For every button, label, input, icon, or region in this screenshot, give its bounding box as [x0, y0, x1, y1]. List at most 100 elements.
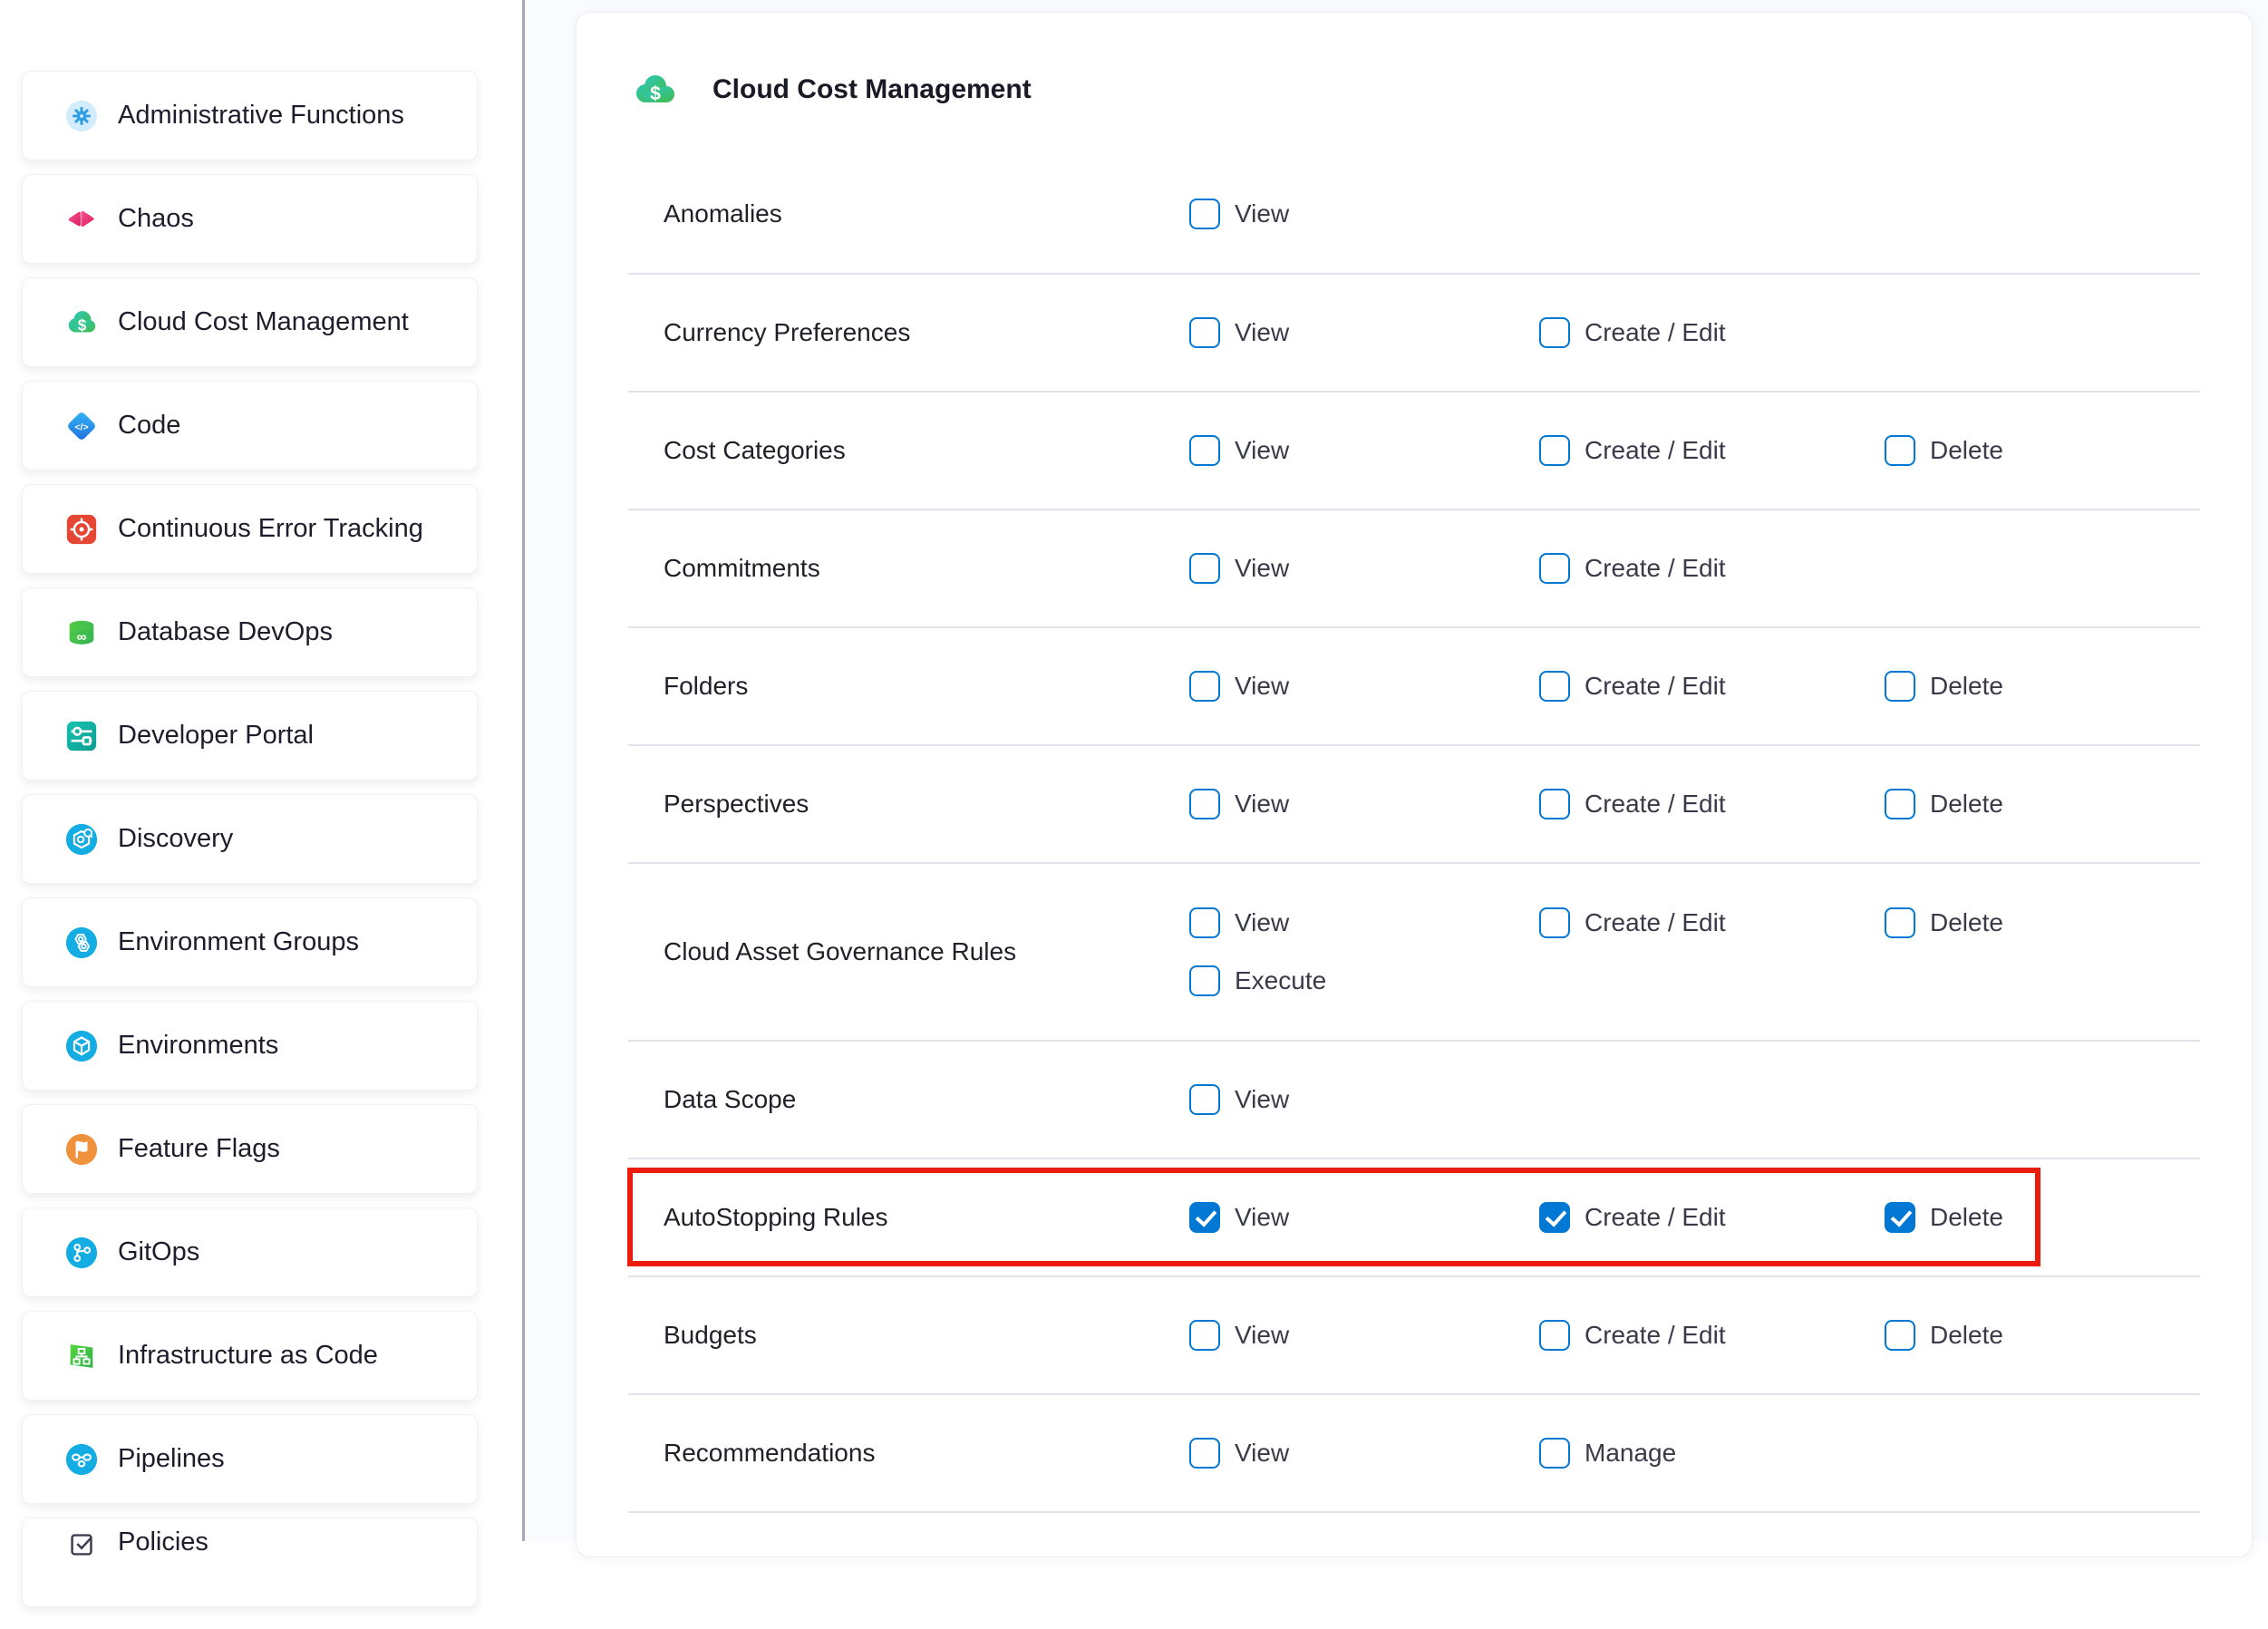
- sidebar-item-continuous-error-tracking[interactable]: Continuous Error Tracking: [22, 484, 478, 574]
- sidebar-item-label: Infrastructure as Code: [118, 1341, 378, 1371]
- sidebar-item-environment-groups[interactable]: Environment Groups: [22, 897, 478, 987]
- view-label: View: [1235, 1203, 1289, 1232]
- view-checkbox[interactable]: [1189, 199, 1220, 229]
- permission-row-folders: Folders View Create / Edit Delete: [628, 626, 2200, 744]
- create-edit-permission: Create / Edit: [1539, 317, 1885, 348]
- create-edit-permission: Create / Edit: [1539, 789, 1885, 819]
- cloud-dollar-icon: $: [631, 72, 678, 108]
- sidebar-item-policies[interactable]: Policies: [22, 1517, 478, 1607]
- delete-checkbox[interactable]: [1885, 907, 1915, 938]
- permission-name: Anomalies: [664, 199, 1189, 228]
- create-edit-permission: Create / Edit: [1539, 553, 1885, 584]
- sidebar-item-chaos[interactable]: Chaos: [22, 174, 478, 264]
- cloud-dollar-icon: $: [64, 305, 99, 340]
- code-brackets-icon: </>: [64, 409, 99, 443]
- create-edit-checkbox[interactable]: [1539, 789, 1570, 819]
- view-checkbox[interactable]: [1189, 1438, 1220, 1469]
- view-permission: View: [1189, 671, 1539, 702]
- delete-label: Delete: [1930, 436, 2003, 465]
- view-checkbox[interactable]: [1189, 1084, 1220, 1115]
- sidebar-item-database-devops[interactable]: ∞ Database DevOps: [22, 587, 478, 677]
- permission-row-currency-preferences: Currency Preferences View Create / Edit: [628, 273, 2200, 391]
- sidebar-item-infrastructure-as-code[interactable]: Infrastructure as Code: [22, 1311, 478, 1401]
- view-checkbox[interactable]: [1189, 789, 1220, 819]
- sidebar-item-gitops[interactable]: GitOps: [22, 1207, 478, 1297]
- delete-label: Delete: [1930, 790, 2003, 819]
- hexagon-search-icon: [64, 822, 99, 857]
- sliders-icon: [64, 719, 99, 753]
- create-edit-label: Create / Edit: [1585, 436, 1726, 465]
- modules-sidebar: Administrative Functions Chaos $ Cloud C…: [0, 0, 522, 1541]
- create-edit-label: Create / Edit: [1585, 318, 1726, 347]
- sidebar-item-discovery[interactable]: Discovery: [22, 794, 478, 884]
- view-permission: View: [1189, 199, 1539, 229]
- sidebar-item-developer-portal[interactable]: Developer Portal: [22, 691, 478, 781]
- checkbox-icon: [64, 1527, 99, 1562]
- delete-permission: Delete: [1885, 1320, 2200, 1351]
- delete-permission: Delete: [1885, 789, 2200, 819]
- manage-checkbox[interactable]: [1539, 1438, 1570, 1469]
- view-checkbox[interactable]: [1189, 553, 1220, 584]
- create-edit-label: Create / Edit: [1585, 790, 1726, 819]
- permission-row-anomalies: Anomalies View: [628, 155, 2200, 273]
- delete-label: Delete: [1930, 908, 2003, 937]
- view-label: View: [1235, 318, 1289, 347]
- create-edit-label: Create / Edit: [1585, 554, 1726, 583]
- flowchart-icon: [64, 1339, 99, 1373]
- execute-label: Execute: [1235, 966, 1326, 995]
- sidebar-item-feature-flags[interactable]: Feature Flags: [22, 1104, 478, 1194]
- create-edit-checkbox[interactable]: [1539, 671, 1570, 702]
- create-edit-label: Create / Edit: [1585, 1203, 1726, 1232]
- view-label: View: [1235, 1439, 1289, 1468]
- permission-row-cloud-asset-governance-rules: Cloud Asset Governance Rules View Execut…: [628, 862, 2200, 1040]
- view-permission: View: [1189, 317, 1539, 348]
- create-edit-permission: Create / Edit: [1539, 1320, 1885, 1351]
- svg-text:∞: ∞: [77, 629, 87, 645]
- delete-permission: Delete: [1885, 907, 2200, 938]
- delete-checkbox[interactable]: [1885, 671, 1915, 702]
- view-checkbox[interactable]: [1189, 317, 1220, 348]
- create-edit-checkbox[interactable]: [1539, 435, 1570, 466]
- view-permission: View: [1189, 1202, 1539, 1233]
- create-edit-checkbox[interactable]: [1539, 907, 1570, 938]
- hexagon-cluster-icon: [64, 926, 99, 960]
- delete-checkbox[interactable]: [1885, 1320, 1915, 1351]
- view-checkbox[interactable]: [1189, 671, 1220, 702]
- permission-name: Cloud Asset Governance Rules: [664, 937, 1189, 966]
- create-edit-checkbox[interactable]: [1539, 1320, 1570, 1351]
- delete-checkbox[interactable]: [1885, 435, 1915, 466]
- sidebar-item-administrative-functions[interactable]: Administrative Functions: [22, 71, 478, 160]
- sidebar-item-pipelines[interactable]: Pipelines: [22, 1414, 478, 1504]
- sidebar-item-code[interactable]: </> Code: [22, 381, 478, 470]
- permission-row-cost-categories: Cost Categories View Create / Edit Delet…: [628, 391, 2200, 509]
- delete-checkbox[interactable]: [1885, 789, 1915, 819]
- create-edit-checkbox[interactable]: [1539, 1202, 1570, 1233]
- database-infinity-icon: ∞: [64, 616, 99, 650]
- git-branch-icon: [64, 1236, 99, 1270]
- permission-name: Data Scope: [664, 1085, 1189, 1114]
- sidebar-item-environments[interactable]: Environments: [22, 1001, 478, 1091]
- view-checkbox[interactable]: [1189, 1320, 1220, 1351]
- sidebar-item-label: Policies: [118, 1527, 208, 1557]
- create-edit-permission: Create / Edit: [1539, 435, 1885, 466]
- panel-header: $ Cloud Cost Management: [628, 13, 2200, 155]
- permission-row-commitments: Commitments View Create / Edit: [628, 509, 2200, 626]
- view-label: View: [1235, 199, 1289, 228]
- permission-row-data-scope: Data Scope View: [628, 1040, 2200, 1158]
- create-edit-checkbox[interactable]: [1539, 553, 1570, 584]
- sidebar-item-label: Continuous Error Tracking: [118, 514, 423, 544]
- view-permission: View: [1189, 1320, 1539, 1351]
- view-checkbox[interactable]: [1189, 907, 1220, 938]
- delete-checkbox[interactable]: [1885, 1202, 1915, 1233]
- chaos-pinwheel-icon: [64, 202, 99, 237]
- execute-checkbox[interactable]: [1189, 965, 1220, 996]
- svg-text:$: $: [650, 83, 661, 104]
- delete-permission: Delete: [1885, 1202, 2200, 1233]
- execute-permission: Execute: [1189, 965, 1539, 996]
- delete-label: Delete: [1930, 1203, 2003, 1232]
- sidebar-item-cloud-cost-management[interactable]: $ Cloud Cost Management: [22, 277, 478, 367]
- view-checkbox[interactable]: [1189, 435, 1220, 466]
- view-checkbox[interactable]: [1189, 1202, 1220, 1233]
- create-edit-checkbox[interactable]: [1539, 317, 1570, 348]
- permission-name: Commitments: [664, 554, 1189, 583]
